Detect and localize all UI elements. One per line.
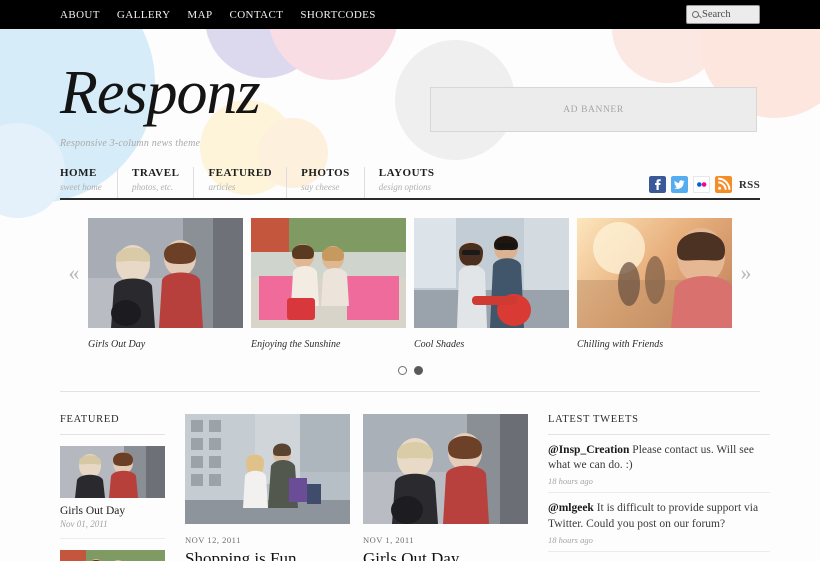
tweet-handle[interactable]: @mlgeek xyxy=(548,502,594,514)
main-nav-title: FEATURED xyxy=(208,167,273,179)
tweet-handle[interactable]: @Insp_Creation xyxy=(548,444,629,456)
rss-label: RSS xyxy=(738,178,760,191)
social-links: RSS xyxy=(648,176,760,193)
carousel-caption: Enjoying the Sunshine xyxy=(251,339,341,350)
carousel-image-enjoying-the-sunshine[interactable] xyxy=(251,218,406,328)
carousel-slide[interactable]: Chilling with Friends xyxy=(577,218,732,350)
main-nav-title: LAYOUTS xyxy=(378,167,435,179)
main-nav-item-layouts[interactable]: LAYOUTS design options xyxy=(379,167,449,198)
carousel-prev-arrow[interactable]: « xyxy=(60,218,88,328)
featured-list-item[interactable] xyxy=(60,539,165,561)
content-columns: FEATURED Girls Out Day Nov 01, 2011 NOV … xyxy=(60,414,770,561)
top-nav-item-contact[interactable]: CONTACT xyxy=(229,9,283,21)
main-nav-item-travel[interactable]: TRAVEL photos, etc. xyxy=(132,167,195,198)
main-nav-item-featured[interactable]: FEATURED articles xyxy=(208,167,288,198)
page-root: ABOUT GALLERY MAP CONTACT SHORTCODES Sea… xyxy=(0,0,820,561)
facebook-icon[interactable] xyxy=(648,176,666,193)
tweets-heading: LATEST TWEETS xyxy=(548,414,770,435)
carousel-dot-1[interactable] xyxy=(397,366,407,375)
top-navigation-bar: ABOUT GALLERY MAP CONTACT SHORTCODES Sea… xyxy=(0,0,820,29)
carousel-image-girls-out-day[interactable] xyxy=(88,218,243,328)
tweet-timestamp: 18 hours ago xyxy=(548,476,593,487)
featured-item-date: Nov 01, 2011 xyxy=(60,519,108,529)
search-input[interactable]: Search xyxy=(686,5,760,24)
featured-heading: FEATURED xyxy=(60,414,165,435)
main-nav-subtitle: photos, etc. xyxy=(132,182,174,192)
main-nav-item-home[interactable]: HOME sweet home xyxy=(60,167,118,198)
tweet-timestamp: 18 hours ago xyxy=(548,534,593,545)
carousel-slide[interactable]: Enjoying the Sunshine xyxy=(251,218,406,350)
featured-sidebar: FEATURED Girls Out Day Nov 01, 2011 xyxy=(60,414,165,561)
top-nav-item-gallery[interactable]: GALLERY xyxy=(117,9,171,21)
post-date: NOV 12, 2011 xyxy=(185,535,241,545)
featured-thumbnail-enjoying-the-sunshine[interactable] xyxy=(60,550,165,561)
top-nav-item-about[interactable]: ABOUT xyxy=(60,9,100,21)
main-nav-subtitle: sweet home xyxy=(60,182,102,192)
post-card[interactable]: NOV 12, 2011 Shopping is Fun xyxy=(185,414,350,561)
carousel-dot-2[interactable] xyxy=(413,366,423,375)
main-nav-subtitle: articles xyxy=(208,182,236,192)
twitter-icon[interactable] xyxy=(670,176,688,193)
featured-thumbnail-girls-out-day[interactable] xyxy=(60,446,165,498)
featured-item-title: Girls Out Day xyxy=(60,505,126,517)
tweet-item: Check our latest full section scrolling … xyxy=(548,552,770,561)
carousel-caption: Girls Out Day xyxy=(88,339,146,350)
featured-list-item[interactable]: Girls Out Day Nov 01, 2011 xyxy=(60,435,165,539)
carousel-caption: Chilling with Friends xyxy=(577,339,664,350)
tweet-item: @mlgeek It is difficult to provide suppo… xyxy=(548,493,770,552)
tweet-item: @Insp_Creation Please contact us. Will s… xyxy=(548,435,770,494)
post-title[interactable]: Girls Out Day xyxy=(363,549,528,561)
flickr-icon[interactable] xyxy=(692,176,710,193)
site-tagline: Responsive 3-column news theme xyxy=(60,138,201,149)
ad-banner-label: AD BANNER xyxy=(563,104,624,115)
main-nav-title: PHOTOS xyxy=(301,167,350,179)
masthead: Responz Responsive 3-column news theme A… xyxy=(0,29,820,149)
ad-banner[interactable]: AD BANNER xyxy=(430,87,757,132)
tweet-text: @Insp_Creation Please contact us. Will s… xyxy=(548,443,770,473)
post-grid: NOV 12, 2011 Shopping is Fun NOV 1, 2011… xyxy=(185,414,528,561)
carousel-image-chilling-with-friends[interactable] xyxy=(577,218,732,328)
main-nav-title: HOME xyxy=(60,167,97,179)
carousel-image-cool-shades[interactable] xyxy=(414,218,569,328)
carousel-caption: Cool Shades xyxy=(414,339,465,350)
carousel-slide[interactable]: Cool Shades xyxy=(414,218,569,350)
featured-carousel: « Girls Out Day Enjoying the Sunshine Co… xyxy=(60,218,760,350)
search-icon xyxy=(692,11,699,18)
rss-icon[interactable] xyxy=(714,176,732,193)
main-nav-subtitle: design options xyxy=(378,182,432,192)
tweet-text: @mlgeek It is difficult to provide suppo… xyxy=(548,501,770,531)
post-title[interactable]: Shopping is Fun xyxy=(185,549,350,561)
section-divider xyxy=(60,391,760,392)
top-nav-item-map[interactable]: MAP xyxy=(187,9,212,21)
latest-tweets-widget: LATEST TWEETS @Insp_Creation Please cont… xyxy=(548,414,770,561)
post-image-girls-out-day[interactable] xyxy=(363,414,528,524)
main-nav-subtitle: say cheese xyxy=(301,182,340,192)
main-nav-item-photos[interactable]: PHOTOS say cheese xyxy=(301,167,365,198)
carousel-slide[interactable]: Girls Out Day xyxy=(88,218,243,350)
carousel-track: Girls Out Day Enjoying the Sunshine Cool… xyxy=(88,218,732,350)
post-card[interactable]: NOV 1, 2011 Girls Out Day xyxy=(363,414,528,561)
top-nav-item-shortcodes[interactable]: SHORTCODES xyxy=(300,9,375,21)
carousel-next-arrow[interactable]: » xyxy=(732,218,760,328)
search-placeholder: Search xyxy=(702,9,731,20)
main-navigation: HOME sweet home TRAVEL photos, etc. FEAT… xyxy=(60,167,760,200)
top-nav-links: ABOUT GALLERY MAP CONTACT SHORTCODES xyxy=(60,9,376,21)
carousel-pagination xyxy=(0,366,820,375)
post-image-shopping-is-fun[interactable] xyxy=(185,414,350,524)
post-date: NOV 1, 2011 xyxy=(363,535,415,545)
main-nav-title: TRAVEL xyxy=(132,167,180,179)
